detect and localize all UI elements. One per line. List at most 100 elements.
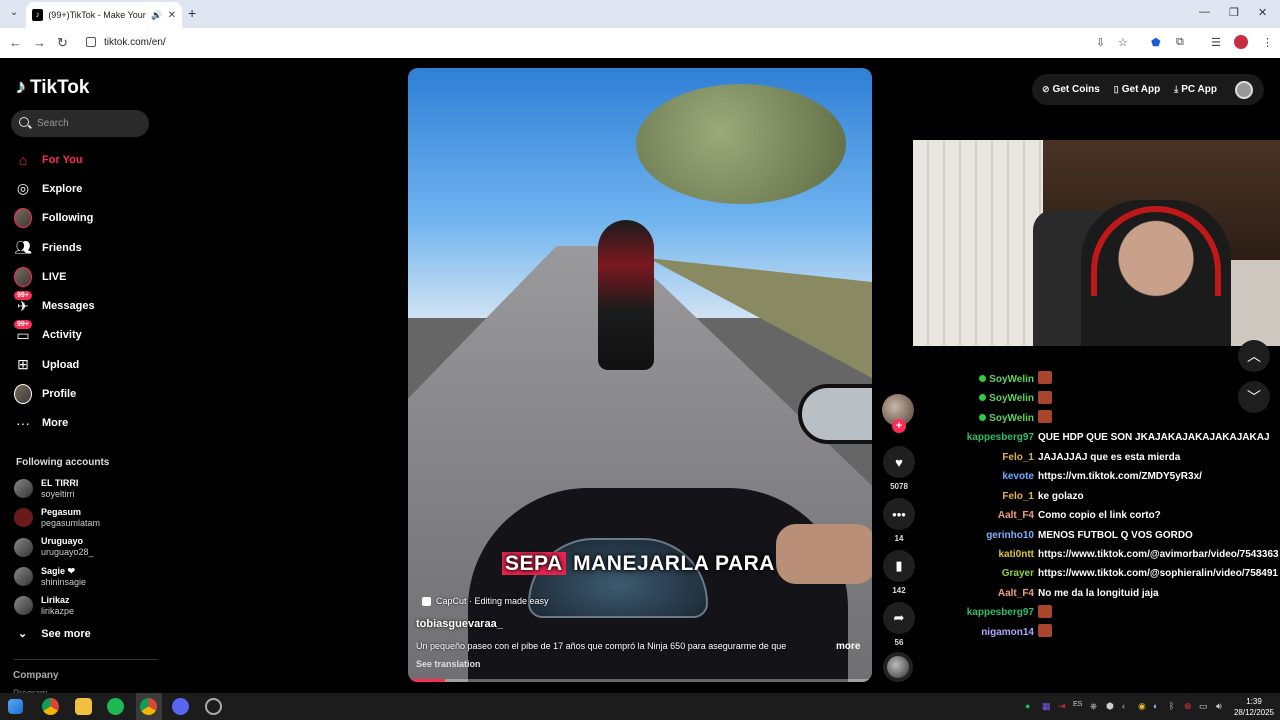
tray-nvidia-icon[interactable]: ◉ xyxy=(1138,701,1146,712)
tiktok-logo[interactable]: ♪ TikTok xyxy=(16,76,89,99)
previous-video-chevron-up-icon[interactable]: ︿ xyxy=(1238,340,1270,372)
chat-username[interactable]: SoyWelin xyxy=(979,393,1034,404)
video-author[interactable]: tobiasguevaraa_ xyxy=(416,618,503,630)
video-progress-fill xyxy=(408,679,446,682)
forward-icon[interactable]: → xyxy=(33,35,46,51)
language-indicator[interactable]: ES xyxy=(1073,701,1082,708)
capcut-tag[interactable]: CapCut · Editing made easy xyxy=(422,596,549,606)
profile-avatar[interactable] xyxy=(1234,35,1248,49)
company-link[interactable]: Company xyxy=(13,670,59,681)
address-bar[interactable]: tiktok.com/en/ xyxy=(80,31,1140,55)
chat-username[interactable]: nigamon14 xyxy=(981,627,1034,638)
sidebar-item-messages[interactable]: ✈ 99+ Messages xyxy=(14,291,154,320)
sidebar-item-label: Profile xyxy=(42,388,77,401)
shield-extension-icon[interactable]: ⬟ xyxy=(1151,36,1161,49)
install-app-icon[interactable]: ⇩ xyxy=(1096,36,1105,49)
close-tab-icon[interactable]: ✕ xyxy=(168,10,176,21)
browser-menu-icon[interactable]: ⋮ xyxy=(1262,36,1273,49)
messages-icon: ✈ 99+ xyxy=(14,291,32,315)
chat-message: Grayer https://www.tiktok.com/@sophierali… xyxy=(900,565,1280,584)
sidebar-item-upload[interactable]: ⊞ Upload xyxy=(14,350,154,379)
following-account[interactable]: Pegasum pegasumlatam xyxy=(14,503,100,532)
site-info-icon[interactable] xyxy=(86,37,96,47)
sidebar-item-activity[interactable]: ▭ 99+ Activity xyxy=(14,320,154,350)
see-more-button[interactable]: ⌄ See more xyxy=(18,627,91,641)
chat-text: ke golazo xyxy=(1038,490,1084,502)
tray-display-icon[interactable]: ▭ xyxy=(1199,701,1208,712)
activity-badge: 99+ xyxy=(14,320,32,330)
sidebar-item-for-you[interactable]: ⌂ For You xyxy=(14,145,154,174)
bookmark-star-icon[interactable]: ☆ xyxy=(1118,36,1128,49)
chrome-active-icon[interactable] xyxy=(140,698,157,715)
sidebar-item-explore[interactable]: ◎ Explore xyxy=(14,174,154,203)
account-avatar[interactable] xyxy=(1234,80,1253,99)
chat-username-text: Aalt_F4 xyxy=(997,510,1034,522)
chat-username[interactable]: gerinho10 xyxy=(986,530,1034,541)
restore-icon[interactable]: ❐ xyxy=(1229,6,1239,19)
sidebar-item-more[interactable]: ··· More xyxy=(14,409,154,438)
windows-start-icon[interactable] xyxy=(8,699,23,714)
obs-icon[interactable] xyxy=(205,698,222,715)
chat-username[interactable]: Aalt_F4 xyxy=(998,510,1034,521)
chat-username[interactable]: Aalt_F4 xyxy=(998,588,1034,599)
tray-bluetooth-icon[interactable]: ᛒ xyxy=(1169,701,1174,711)
search-input[interactable]: Search xyxy=(11,110,149,137)
following-account[interactable]: Uruguayo uruguayo28_ xyxy=(14,533,100,562)
pc-app-button[interactable]: ⤓ PC App xyxy=(1174,84,1217,95)
chat-username-text: gerinho10 xyxy=(986,529,1034,541)
chat-username[interactable]: Grayer xyxy=(1002,568,1034,579)
back-icon[interactable]: ← xyxy=(9,35,22,51)
speaker-icon[interactable]: 🔊 xyxy=(151,10,162,21)
music-disc-avatar[interactable] xyxy=(883,652,913,682)
following-account[interactable]: EL TIRRI soyeltirri xyxy=(14,474,100,503)
tray-arrow-icon[interactable]: ‹ xyxy=(1122,701,1125,711)
chat-username[interactable]: kappesberg97 xyxy=(967,432,1034,443)
chat-badge-icon xyxy=(979,413,987,421)
chat-username[interactable]: SoyWelin xyxy=(979,374,1034,385)
new-tab-button[interactable]: + xyxy=(188,5,196,21)
chat-username[interactable]: kati0ntt xyxy=(998,549,1034,560)
sidebar-item-live[interactable]: LIVE xyxy=(14,262,154,291)
discord-icon[interactable] xyxy=(172,698,189,715)
video-player[interactable]: SEPA MANEJARLA PARA CapCut · Editing mad… xyxy=(408,68,872,682)
sidebar-item-profile[interactable]: Profile xyxy=(14,379,154,408)
tab-search-icon[interactable]: ⌄ xyxy=(6,5,22,21)
get-app-button[interactable]: ▯ Get App xyxy=(1114,84,1160,95)
system-clock[interactable]: 1:39 28/12/2025 xyxy=(1233,696,1275,718)
tray-network-icon[interactable]: ⎈ xyxy=(1090,701,1097,712)
volume-icon[interactable]: 🔊︎ xyxy=(1216,701,1222,712)
tray-shield-icon[interactable]: ⬢ xyxy=(1106,701,1114,712)
sidebar-item-following[interactable]: Following xyxy=(14,204,154,233)
tray-steam-icon[interactable]: ◐ xyxy=(1153,701,1158,711)
stream-chat: SoyWelin SoyWelin SoyWelin kappesberg97 QUE … xyxy=(900,371,1280,643)
see-translation-link[interactable]: See translation xyxy=(416,659,481,669)
minimize-icon[interactable]: — xyxy=(1199,6,1210,18)
chat-username[interactable]: Felo_1 xyxy=(1002,491,1034,502)
chat-username[interactable]: kevote xyxy=(1002,471,1034,482)
spotify-icon[interactable] xyxy=(107,698,124,715)
chrome-icon[interactable] xyxy=(42,698,59,715)
messages-badge: 99+ xyxy=(14,291,32,301)
following-account[interactable]: Lirikaz lirikazpe xyxy=(14,591,100,620)
tray-record-icon[interactable]: ⇥ xyxy=(1058,701,1066,712)
chat-username[interactable]: SoyWelin xyxy=(979,413,1034,424)
media-queue-icon[interactable]: ☰ xyxy=(1211,36,1221,49)
chat-username[interactable]: kappesberg97 xyxy=(967,607,1034,618)
extensions-puzzle-icon[interactable]: ⧉ xyxy=(1176,36,1184,49)
chat-message-text: https://www.tiktok.com/@sophieralin/vide… xyxy=(1038,568,1278,579)
video-scene-gauge xyxy=(528,538,708,618)
browser-tab[interactable]: ♪ (99+)TikTok - Make Your Day 🔊 ✕ xyxy=(26,2,182,28)
chat-message-text xyxy=(1038,371,1052,385)
video-progress-bar[interactable] xyxy=(408,679,872,682)
sidebar-item-friends[interactable]: 👥︎ Friends xyxy=(14,233,154,262)
chat-username[interactable]: Felo_1 xyxy=(1002,452,1034,463)
window-close-icon[interactable]: ✕ xyxy=(1258,6,1267,19)
following-account[interactable]: Sagie ❤ shininsagie xyxy=(14,562,100,591)
file-explorer-icon[interactable] xyxy=(75,698,92,715)
reload-icon[interactable]: ↻ xyxy=(57,35,68,51)
description-more-button[interactable]: more xyxy=(836,641,860,652)
tray-alert-icon[interactable]: ⊗ xyxy=(1184,701,1192,712)
tray-app-icon[interactable]: ▦ xyxy=(1042,701,1051,712)
get-coins-button[interactable]: ⊘ Get Coins xyxy=(1042,84,1100,95)
tray-spotify-icon[interactable]: ● xyxy=(1025,701,1030,711)
